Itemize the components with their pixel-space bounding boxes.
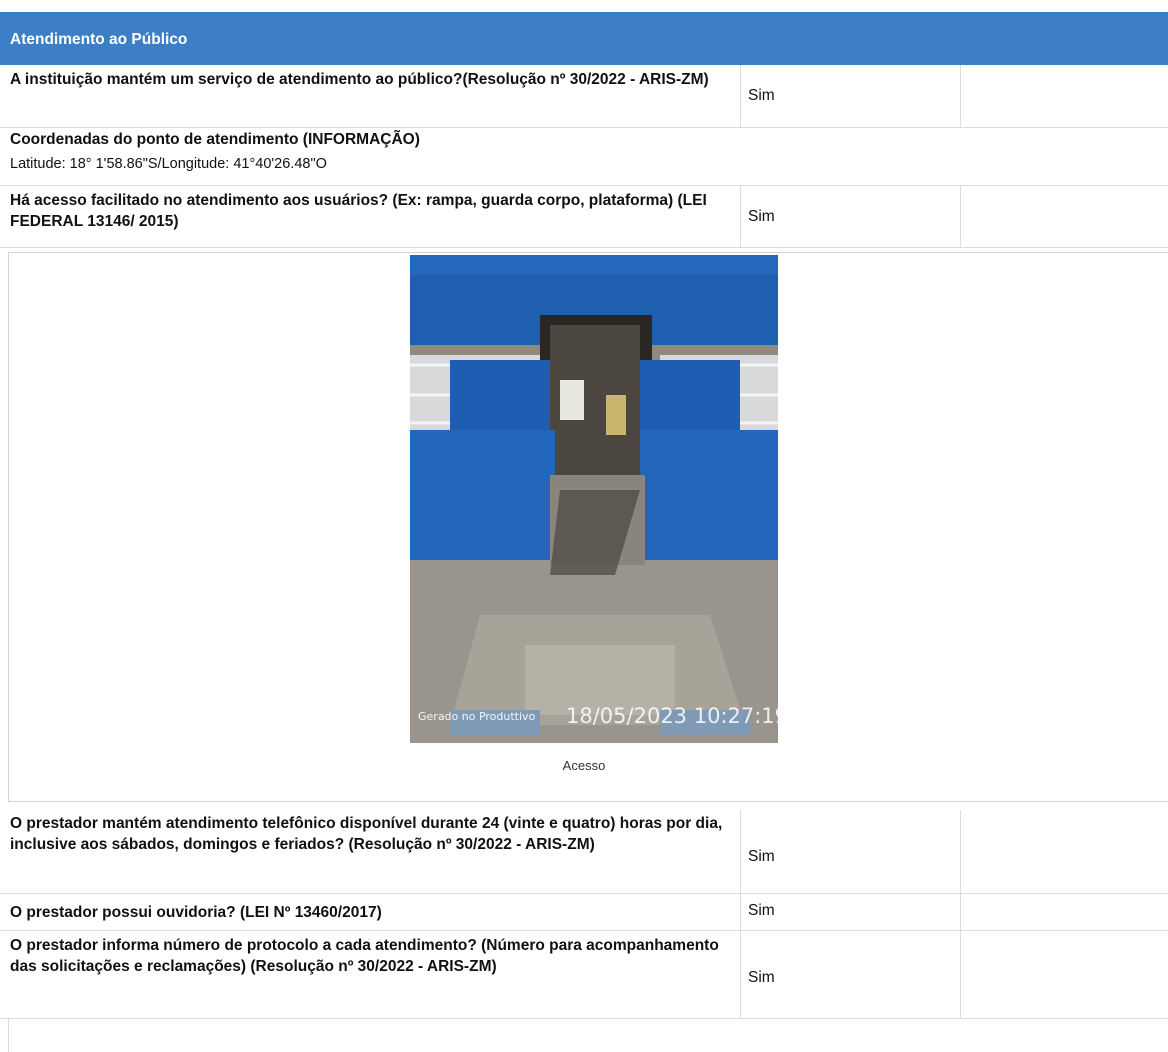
info-title: Coordenadas do ponto de atendimento (INF… (10, 131, 420, 148)
section-title: Atendimento ao Público (10, 31, 188, 48)
question-text: A instituição mantém um serviço de atend… (10, 71, 709, 88)
question-text: O prestador possui ouvidoria? (LEI Nº 13… (10, 904, 382, 921)
info-value: Latitude: 18° 1'58.86"S/Longitude: 41°40… (10, 156, 327, 172)
photo-stamp-date: 18/05/2023 10:27:19 (566, 704, 778, 728)
question-row: Há acesso facilitado no atendimento aos … (0, 186, 1168, 248)
question-text: O prestador mantém atendimento telefônic… (10, 815, 723, 853)
photo-caption: Acesso (562, 758, 606, 773)
answer-text: Sim (748, 848, 775, 865)
answer-text: Sim (748, 87, 775, 104)
question-text: O prestador informa número de protocolo … (10, 937, 719, 975)
section-header: Atendimento ao Público (0, 12, 1168, 65)
photo-stamp-left: Gerado no Produttivo (418, 710, 536, 723)
question-row: O prestador informa número de protocolo … (0, 931, 1168, 1019)
answer-text: Sim (748, 208, 775, 225)
answer-text: Sim (748, 969, 775, 986)
access-photo: Gerado no Produttivo 18/05/2023 10:27:19 (410, 255, 778, 743)
question-text: Há acesso facilitado no atendimento aos … (10, 192, 707, 230)
answer-text: Sim (748, 902, 775, 919)
question-row: O prestador possui ouvidoria? (LEI Nº 13… (0, 894, 1168, 931)
question-row: A instituição mantém um serviço de atend… (0, 65, 1168, 128)
question-row: O prestador mantém atendimento telefônic… (0, 810, 1168, 894)
